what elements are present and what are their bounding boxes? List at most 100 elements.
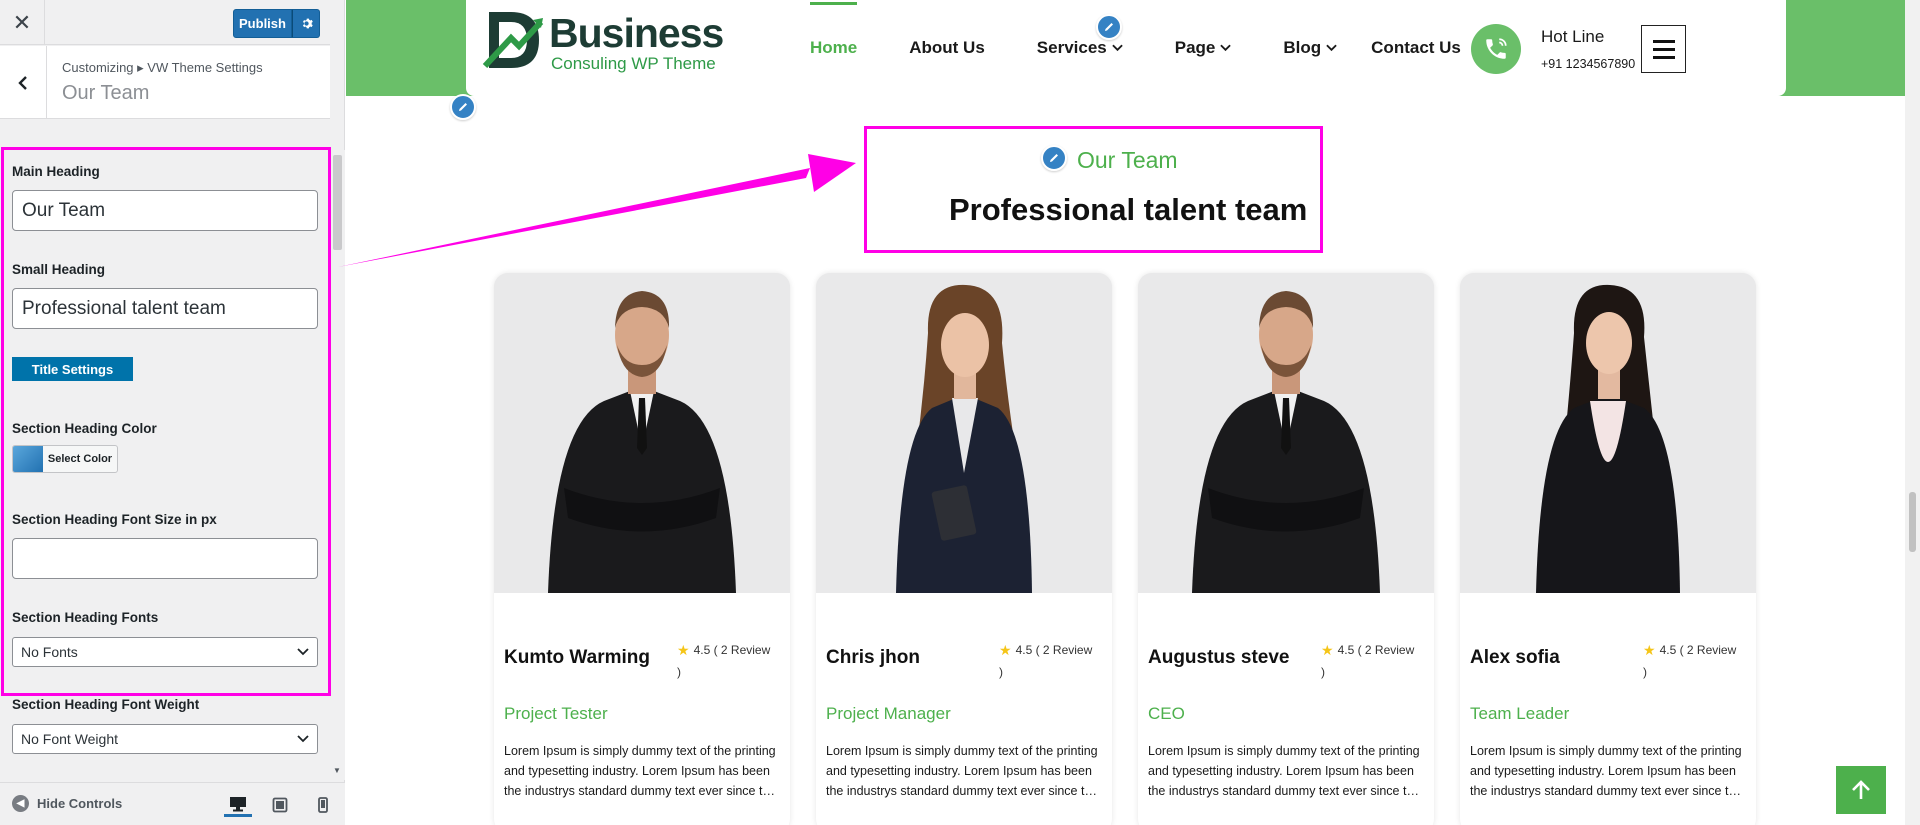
publish-group: Publish: [233, 9, 320, 38]
preview-tablet-button[interactable]: [266, 793, 294, 817]
nav-item-home[interactable]: Home: [810, 2, 858, 58]
site-logo[interactable]: Business Consuling WP Theme: [481, 6, 724, 76]
chevron-down-icon: [1112, 44, 1123, 52]
nav-label: Contact Us: [1371, 38, 1461, 57]
preview-scrollbar[interactable]: [1905, 0, 1920, 825]
scroll-down-arrow-icon[interactable]: ▼: [333, 766, 341, 775]
hotline-number[interactable]: +91 1234567890: [1541, 57, 1635, 71]
pencil-icon: [459, 103, 467, 111]
team-photo: [1138, 273, 1434, 593]
hamburger-menu-button[interactable]: [1641, 25, 1686, 73]
rating-text: 4.5 ( 2 Review: [1015, 643, 1093, 657]
site-header: Business Consuling WP Theme Home About U…: [466, 0, 1786, 96]
member-role: Project Tester: [504, 704, 608, 723]
member-role: Team Leader: [1470, 704, 1570, 723]
man-photo-icon: [494, 273, 790, 593]
scroll-to-top-button[interactable]: [1836, 766, 1886, 814]
team-main-heading: Our Team: [1077, 147, 1178, 173]
section-title: Our Team: [62, 82, 150, 104]
nav-item-contact[interactable]: Contact Us: [1371, 38, 1461, 58]
team-card[interactable]: Kumto Warming ★ 4.5 ( 2 Review ) Project…: [494, 273, 790, 825]
rating-text: 4.5 ( 2 Review: [693, 643, 771, 657]
nav-item-blog[interactable]: Blog: [1283, 38, 1337, 58]
woman-photo-icon: [816, 273, 1112, 593]
preview-mobile-button[interactable]: [309, 793, 337, 817]
nav-item-services[interactable]: Services: [1037, 38, 1123, 58]
edit-shortcut-services[interactable]: [1096, 14, 1122, 40]
font-weight-select[interactable]: No Font Weight: [12, 724, 318, 754]
pencil-icon: [1050, 154, 1058, 162]
hide-controls-button[interactable]: ◀ Hide Controls: [12, 795, 122, 812]
member-role: Project Manager: [826, 704, 951, 723]
hotline-text: Hot Line +91 1234567890: [1541, 27, 1635, 71]
team-card[interactable]: Alex sofia ★ 4.5 ( 2 Review ) Team Leade…: [1460, 273, 1756, 825]
desktop-icon: [230, 796, 246, 811]
member-rating: ★ 4.5 ( 2 Review ): [1643, 633, 1753, 679]
nav-item-about[interactable]: About Us: [909, 38, 985, 58]
back-button[interactable]: [0, 46, 47, 119]
nav-label: About Us: [909, 38, 985, 57]
main-navigation: Home About Us Services Page Blog Contact…: [810, 0, 1513, 96]
site-preview: Business Consuling WP Theme Home About U…: [346, 0, 1905, 825]
heading-fonts-select[interactable]: No Fonts: [12, 637, 318, 667]
publish-settings-button[interactable]: [292, 9, 320, 38]
gear-icon: [302, 18, 313, 29]
preview-scrollbar-thumb[interactable]: [1909, 492, 1916, 552]
rating-close: ): [677, 665, 681, 679]
chevron-left-icon: [18, 75, 27, 90]
team-card[interactable]: Chris jhon ★ 4.5 ( 2 Review ) Project Ma…: [816, 273, 1112, 825]
close-icon: ✕: [12, 9, 32, 35]
preview-desktop-button[interactable]: [224, 793, 252, 817]
mobile-icon: [318, 797, 328, 813]
chevron-down-icon: [1220, 44, 1232, 52]
member-description: Lorem Ipsum is simply dummy text of the …: [1148, 744, 1421, 798]
nav-label: Home: [810, 38, 858, 57]
close-customizer-button[interactable]: ✕: [0, 0, 45, 45]
star-icon: ★: [1321, 642, 1334, 658]
team-photo: [494, 273, 790, 593]
team-heading-highlight: Our Team Professional talent team: [864, 126, 1323, 253]
heading-color-label: Section Heading Color: [12, 421, 157, 436]
nav-label: Blog: [1283, 38, 1322, 57]
star-icon: ★: [999, 642, 1012, 658]
rating-text: 4.5 ( 2 Review: [1659, 643, 1737, 657]
rating-close: ): [1321, 665, 1325, 679]
tablet-icon: [272, 797, 288, 813]
star-icon: ★: [677, 642, 690, 658]
font-weight-label: Section Heading Font Weight: [12, 697, 200, 712]
customizer-sidebar: ✕ Publish Customizing ▸ VW Theme Setting…: [0, 0, 345, 825]
member-role: CEO: [1148, 704, 1185, 723]
team-small-heading: Professional talent team: [949, 192, 1308, 227]
phone-icon[interactable]: [1471, 24, 1521, 74]
publish-button[interactable]: Publish: [233, 9, 292, 38]
menu-bar: [1652, 39, 1675, 43]
select-color-button[interactable]: Select Color: [12, 445, 118, 473]
breadcrumb: Customizing ▸ VW Theme Settings: [62, 60, 263, 75]
chevron-down-icon: [297, 735, 309, 743]
title-settings-button[interactable]: Title Settings: [12, 357, 133, 381]
hide-controls-label: Hide Controls: [37, 796, 123, 811]
customizer-footer: ◀ Hide Controls: [0, 782, 345, 825]
member-rating: ★ 4.5 ( 2 Review ): [677, 633, 787, 679]
logo-name: Business: [549, 10, 724, 56]
team-photo: [816, 273, 1112, 593]
edit-shortcut-header[interactable]: [450, 94, 476, 120]
member-description: Lorem Ipsum is simply dummy text of the …: [504, 744, 777, 798]
member-description: Lorem Ipsum is simply dummy text of the …: [1470, 744, 1743, 798]
nav-item-page[interactable]: Page: [1175, 38, 1232, 58]
heading-fonts-label: Section Heading Fonts: [12, 610, 159, 625]
nav-label: Services: [1036, 38, 1107, 57]
main-heading-label: Main Heading: [12, 164, 100, 179]
sidebar-scrollbar-thumb[interactable]: [333, 155, 342, 250]
logo-tagline: Consuling WP Theme: [551, 54, 716, 73]
nav-label: Page: [1174, 38, 1216, 57]
edit-shortcut-team[interactable]: [1041, 145, 1067, 171]
member-name: Kumto Warming: [504, 647, 651, 668]
small-heading-input[interactable]: Professional talent team: [12, 288, 318, 329]
font-size-input[interactable]: [12, 538, 318, 579]
team-card[interactable]: Augustus steve ★ 4.5 ( 2 Review ) CEO Lo…: [1138, 273, 1434, 825]
heading-fonts-value: No Fonts: [21, 644, 78, 660]
rating-close: ): [1643, 665, 1647, 679]
star-icon: ★: [1643, 642, 1656, 658]
main-heading-input[interactable]: Our Team: [12, 190, 318, 231]
